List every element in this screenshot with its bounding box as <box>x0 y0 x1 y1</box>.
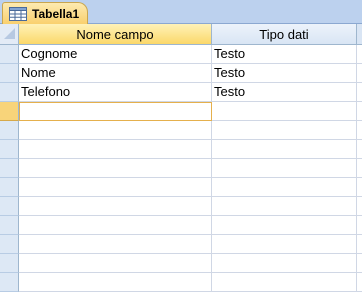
row-selector[interactable] <box>0 235 19 254</box>
description-cell[interactable] <box>357 64 362 83</box>
description-cell[interactable] <box>357 216 362 235</box>
field-name-cell[interactable]: Telefono <box>19 83 212 102</box>
table-row: Telefono Testo <box>0 83 362 102</box>
data-type-cell[interactable] <box>212 140 357 159</box>
table-row: Nome Testo <box>0 64 362 83</box>
row-selector[interactable] <box>0 197 19 216</box>
row-selector[interactable] <box>0 83 19 102</box>
row-selector[interactable] <box>0 178 19 197</box>
table-icon <box>9 7 27 21</box>
description-cell[interactable] <box>357 102 362 121</box>
description-cell[interactable] <box>357 159 362 178</box>
description-cell[interactable] <box>357 235 362 254</box>
data-type-cell[interactable] <box>212 216 357 235</box>
row-selector[interactable] <box>0 140 19 159</box>
description-cell[interactable] <box>357 254 362 273</box>
description-cell[interactable] <box>357 197 362 216</box>
row-selector[interactable] <box>0 121 19 140</box>
field-name-cell[interactable]: Cognome <box>19 45 212 64</box>
row-selector[interactable] <box>0 216 19 235</box>
field-name-cell[interactable] <box>19 121 212 140</box>
column-header-description[interactable] <box>357 24 362 45</box>
data-type-cell[interactable] <box>212 102 357 121</box>
document-tab-bar: Tabella1 <box>0 0 362 25</box>
data-type-cell[interactable]: Testo <box>212 64 357 83</box>
data-type-cell[interactable] <box>212 178 357 197</box>
table-row <box>0 121 362 140</box>
data-type-cell[interactable] <box>212 121 357 140</box>
data-type-cell[interactable] <box>212 235 357 254</box>
data-type-cell[interactable] <box>212 254 357 273</box>
data-type-cell[interactable]: Testo <box>212 45 357 64</box>
description-cell[interactable] <box>357 140 362 159</box>
table-row <box>0 216 362 235</box>
table-row <box>0 102 362 121</box>
field-name-cell[interactable] <box>19 254 212 273</box>
tab-label: Tabella1 <box>32 7 80 21</box>
field-name-cell[interactable] <box>19 178 212 197</box>
description-cell[interactable] <box>357 121 362 140</box>
table-row: Cognome Testo <box>0 45 362 64</box>
data-type-cell[interactable]: Testo <box>212 83 357 102</box>
field-name-cell[interactable] <box>19 216 212 235</box>
table-row <box>0 254 362 273</box>
corner-triangle-icon <box>4 28 15 39</box>
table-row <box>0 159 362 178</box>
row-selector[interactable] <box>0 159 19 178</box>
field-name-cell[interactable]: Nome <box>19 64 212 83</box>
table-row <box>0 178 362 197</box>
table-row <box>0 197 362 216</box>
description-cell[interactable] <box>357 45 362 64</box>
row-selector[interactable] <box>0 64 19 83</box>
table-row <box>0 140 362 159</box>
column-header-field-name[interactable]: Nome campo <box>19 24 212 45</box>
table-design-grid: Nome campo Tipo dati Cognome Testo Nome Tes… <box>0 24 362 292</box>
field-rows: Cognome Testo Nome Testo Telefono Testo <box>0 45 362 292</box>
data-type-cell[interactable] <box>212 159 357 178</box>
data-type-cell[interactable] <box>212 197 357 216</box>
row-selector[interactable] <box>0 102 19 121</box>
field-name-cell[interactable] <box>19 140 212 159</box>
table-row <box>0 235 362 254</box>
field-name-cell[interactable] <box>19 235 212 254</box>
select-all-corner[interactable] <box>0 24 19 45</box>
column-header-data-type[interactable]: Tipo dati <box>212 24 357 45</box>
field-name-cell[interactable] <box>19 102 212 121</box>
description-cell[interactable] <box>357 178 362 197</box>
row-selector[interactable] <box>0 45 19 64</box>
description-cell[interactable] <box>357 83 362 102</box>
field-name-cell[interactable] <box>19 159 212 178</box>
row-selector[interactable] <box>0 254 19 273</box>
tab-tabella1[interactable]: Tabella1 <box>2 2 88 25</box>
field-name-cell[interactable] <box>19 197 212 216</box>
